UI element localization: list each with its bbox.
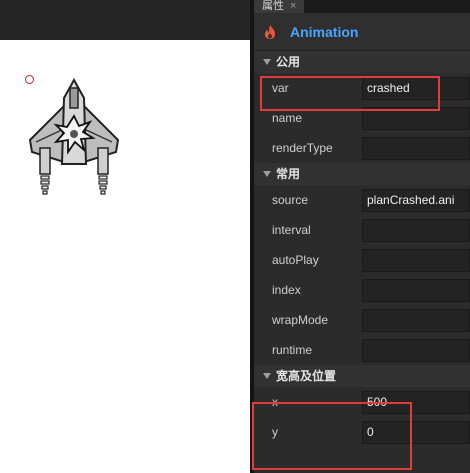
prop-label: renderType xyxy=(272,141,333,155)
canvas-toolbar xyxy=(0,0,250,40)
scene-canvas[interactable] xyxy=(0,40,250,473)
prop-input-runtime[interactable] xyxy=(362,339,470,362)
prop-label: y xyxy=(272,425,278,439)
prop-input-wrapmode[interactable] xyxy=(362,309,470,332)
prop-label: name xyxy=(272,111,303,125)
prop-label: runtime xyxy=(272,343,313,357)
prop-row-autoplay: autoPlay xyxy=(254,245,470,275)
prop-label: x xyxy=(272,395,278,409)
prop-label: wrapMode xyxy=(272,313,329,327)
component-title: Animation xyxy=(290,24,359,40)
prop-row-y: y 0 xyxy=(254,417,470,447)
prop-input-interval[interactable] xyxy=(362,219,470,242)
panel-tabbar: 属性 × xyxy=(254,0,470,13)
prop-row-var: var crashed xyxy=(254,73,470,103)
close-icon[interactable]: × xyxy=(290,0,296,12)
prop-row-rendertype: renderType xyxy=(254,133,470,163)
section-common[interactable]: 公用 xyxy=(254,51,470,73)
prop-label: source xyxy=(272,193,309,207)
tab-label: 属性 xyxy=(262,0,284,12)
tab-properties[interactable]: 属性 × xyxy=(254,0,305,13)
prop-row-interval: interval xyxy=(254,215,470,245)
triangle-down-icon[interactable] xyxy=(263,59,271,65)
prop-input-y[interactable]: 0 xyxy=(362,421,470,444)
section-title: 常用 xyxy=(276,167,301,181)
prop-row-runtime: runtime xyxy=(254,335,470,365)
prop-input-name[interactable] xyxy=(362,107,470,130)
prop-label: index xyxy=(272,283,301,297)
triangle-down-icon[interactable] xyxy=(263,373,271,379)
prop-label: autoPlay xyxy=(272,253,319,267)
crashed-plane-sprite[interactable] xyxy=(26,78,122,206)
prop-input-rendertype[interactable] xyxy=(362,137,470,160)
prop-label: var xyxy=(272,81,289,95)
component-header: Animation xyxy=(254,13,470,51)
prop-row-index: index xyxy=(254,275,470,305)
prop-input-var[interactable]: crashed xyxy=(362,77,470,100)
prop-row-name: name xyxy=(254,103,470,133)
properties-panel: 属性 × Animation 公用 var crashed name render… xyxy=(254,0,470,473)
section-title: 公用 xyxy=(276,55,301,69)
triangle-down-icon[interactable] xyxy=(263,171,271,177)
section-size-position[interactable]: 宽高及位置 xyxy=(254,365,470,387)
prop-label: interval xyxy=(272,223,311,237)
section-frequent[interactable]: 常用 xyxy=(254,163,470,185)
prop-row-source: source planCrashed.ani xyxy=(254,185,470,215)
flame-icon xyxy=(265,25,275,39)
prop-input-source[interactable]: planCrashed.ani xyxy=(362,189,470,212)
section-title: 宽高及位置 xyxy=(276,369,337,383)
prop-input-index[interactable] xyxy=(362,279,470,302)
prop-row-x: x 500 xyxy=(254,387,470,417)
prop-input-x[interactable]: 500 xyxy=(362,391,470,414)
prop-row-wrapmode: wrapMode xyxy=(254,305,470,335)
prop-input-autoplay[interactable] xyxy=(362,249,470,272)
